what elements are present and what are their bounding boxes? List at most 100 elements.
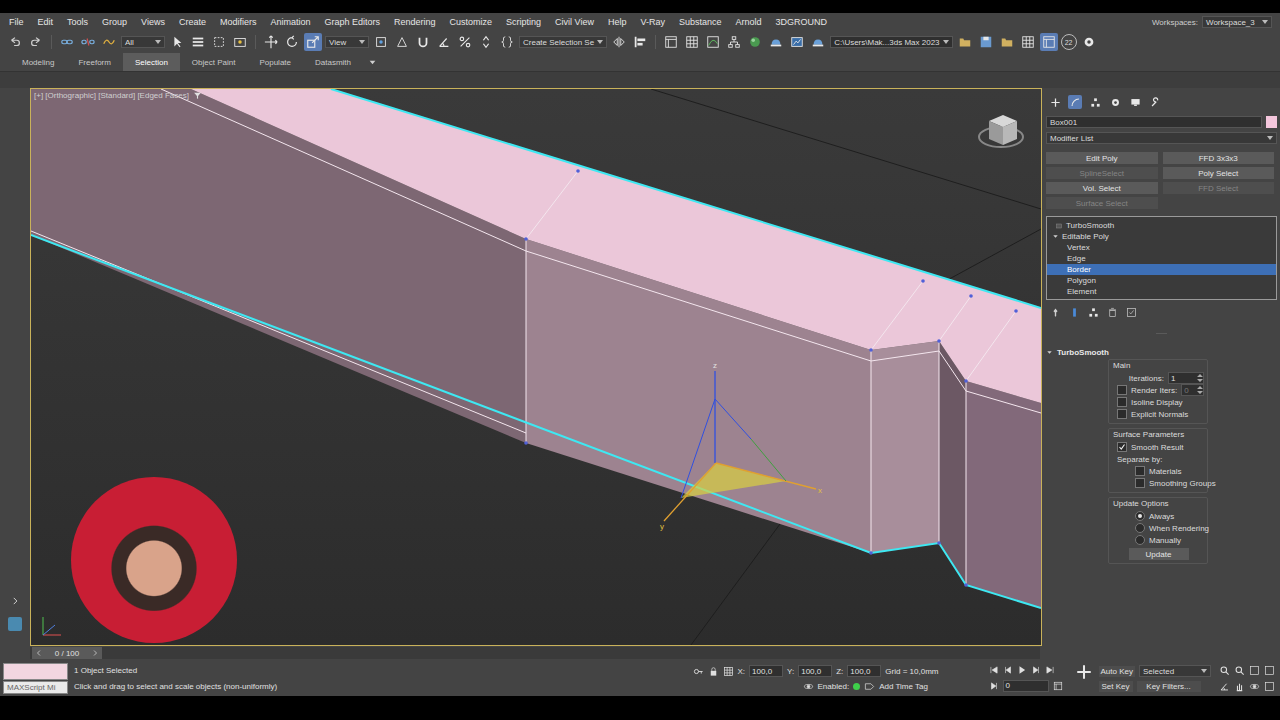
rollout-header[interactable]: TurboSmooth [1046,348,1277,357]
maxscript-output[interactable] [3,663,68,680]
checkbox-row[interactable]: Explicit Normals [1113,408,1204,420]
vertex-dot[interactable] [576,169,580,173]
update-button[interactable]: Update [1129,548,1189,560]
ribbon-tab[interactable]: Populate [247,53,303,71]
window-crossing-button[interactable] [231,33,249,51]
go-to-end-icon[interactable] [1045,665,1055,675]
modifier-button[interactable]: FFD 3x3x3 [1163,152,1275,164]
hierarchy-tab[interactable] [1088,95,1102,109]
add-time-tag[interactable]: Add Time Tag [879,682,928,691]
viewport[interactable]: zxy [+] [Orthographic] [Standard] [Edged … [30,88,1042,646]
previous-key-icon[interactable] [1003,665,1013,675]
scale-gizmo[interactable]: zxy [660,361,822,531]
ribbon-tab[interactable]: Modeling [10,53,66,71]
checkbox[interactable] [1117,409,1127,419]
zoom-extents-all-icon[interactable] [1264,665,1275,676]
orbit-icon[interactable] [1249,681,1260,692]
vertex-dot[interactable] [937,541,941,545]
vertex-dot[interactable] [869,348,873,352]
selection-lock-icon[interactable] [708,666,719,677]
viewport-grid-button[interactable] [1019,33,1037,51]
make-unique-icon[interactable] [1088,307,1099,318]
menu-item[interactable]: Graph Editors [317,17,387,27]
enabled-indicator[interactable] [853,683,860,690]
reference-coordinate-dropdown[interactable]: View [325,36,369,48]
coordinate-value[interactable]: 100,0 [847,665,881,677]
checkbox-row[interactable]: Isoline Display [1113,396,1204,408]
layer-explorer-button[interactable] [662,33,680,51]
create-tab[interactable] [1048,95,1062,109]
checkbox[interactable] [1135,466,1145,476]
coordinate-value[interactable]: 100,0 [798,665,832,677]
ribbon-tab[interactable]: Selection [123,53,180,71]
link-button[interactable] [58,33,76,51]
snap-toggle-button[interactable] [414,33,432,51]
select-button[interactable] [168,33,186,51]
modifier-button[interactable]: Edit Poly [1046,152,1158,164]
radio-button[interactable] [1135,523,1145,533]
time-tag-icon[interactable] [864,681,875,692]
angle-snap-button[interactable] [435,33,453,51]
menu-item[interactable]: Create [172,17,213,27]
ribbon-options-button[interactable] [363,53,381,71]
rendered-frame-window-button[interactable] [788,33,806,51]
stack-item[interactable]: Vertex [1047,242,1276,253]
spinner-arrows-icon[interactable] [1197,385,1203,395]
modifier-button[interactable]: SplineSelect [1046,167,1158,179]
pan-icon[interactable] [1234,681,1245,692]
selection-filter-dropdown[interactable]: All [121,36,165,48]
vertex-dot[interactable] [937,339,941,343]
play-icon[interactable] [1017,665,1027,675]
viewport-layout-icon[interactable] [10,596,20,606]
time-configuration-icon[interactable] [1053,681,1063,691]
key-mode-icon[interactable] [989,681,999,691]
viewport-label[interactable]: [+] [Orthographic] [Standard] [Edged Fac… [34,91,202,100]
coordinate-value[interactable]: 100,0 [749,665,783,677]
display-tab[interactable] [1128,95,1142,109]
vertex-dot[interactable] [921,279,925,283]
menu-item[interactable]: 3DGROUND [769,17,835,27]
modifier-button[interactable]: Vol. Select [1046,182,1158,194]
modifier-list-dropdown[interactable]: Modifier List [1046,132,1277,144]
schematic-view-button[interactable] [725,33,743,51]
vertex-dot[interactable] [524,237,528,241]
named-selection-dropdown[interactable]: Create Selection Se [519,36,607,48]
vertex-dot[interactable] [524,441,528,445]
modifier-button[interactable]: Surface Select [1046,197,1158,209]
vertex-dot[interactable] [964,379,968,383]
render-button[interactable] [809,33,827,51]
time-slider[interactable]: 0 / 100 [30,647,1040,659]
menu-item[interactable]: Edit [31,17,61,27]
modifier-button[interactable]: Poly Select [1163,167,1275,179]
project-folder-button[interactable] [956,33,974,51]
vertex-dot[interactable] [869,551,873,555]
undo-button[interactable] [6,33,24,51]
menu-item[interactable]: Modifiers [213,17,264,27]
project-path-dropdown[interactable]: C:\Users\Mak...3ds Max 2023 [830,36,952,48]
ribbon-tab[interactable]: Freeform [66,53,122,71]
vertex-dot[interactable] [969,294,973,298]
auto-key-button[interactable]: Auto Key [1099,666,1135,677]
stack-item[interactable]: Editable Poly [1047,231,1276,242]
checkbox-row[interactable]: Smoothing Groups [1113,477,1204,489]
remove-modifier-icon[interactable] [1107,307,1118,318]
settings-button[interactable] [1080,33,1098,51]
checkbox[interactable] [1117,397,1127,407]
pin-stack-icon[interactable] [1050,307,1061,318]
maximize-viewport-icon[interactable] [1264,681,1275,692]
next-key-icon[interactable] [1031,665,1041,675]
stack-item[interactable]: TurboSmooth [1047,220,1276,231]
motion-tab[interactable] [1108,95,1122,109]
show-end-result-icon[interactable] [1069,307,1080,318]
iterations-spinner[interactable]: 1 [1168,372,1204,384]
zoom-all-icon[interactable] [1234,665,1245,676]
modifier-button[interactable]: FFD Select [1163,182,1275,194]
menu-item[interactable]: Civil View [548,17,601,27]
viewcube-icon[interactable] [979,115,1023,147]
menu-item[interactable]: Help [601,17,634,27]
bind-space-warp-button[interactable] [100,33,118,51]
spinner-snap-button[interactable] [477,33,495,51]
checkbox[interactable] [1135,478,1145,488]
next-frame-icon[interactable] [91,649,99,657]
current-frame-field[interactable]: 0 [1003,680,1049,692]
